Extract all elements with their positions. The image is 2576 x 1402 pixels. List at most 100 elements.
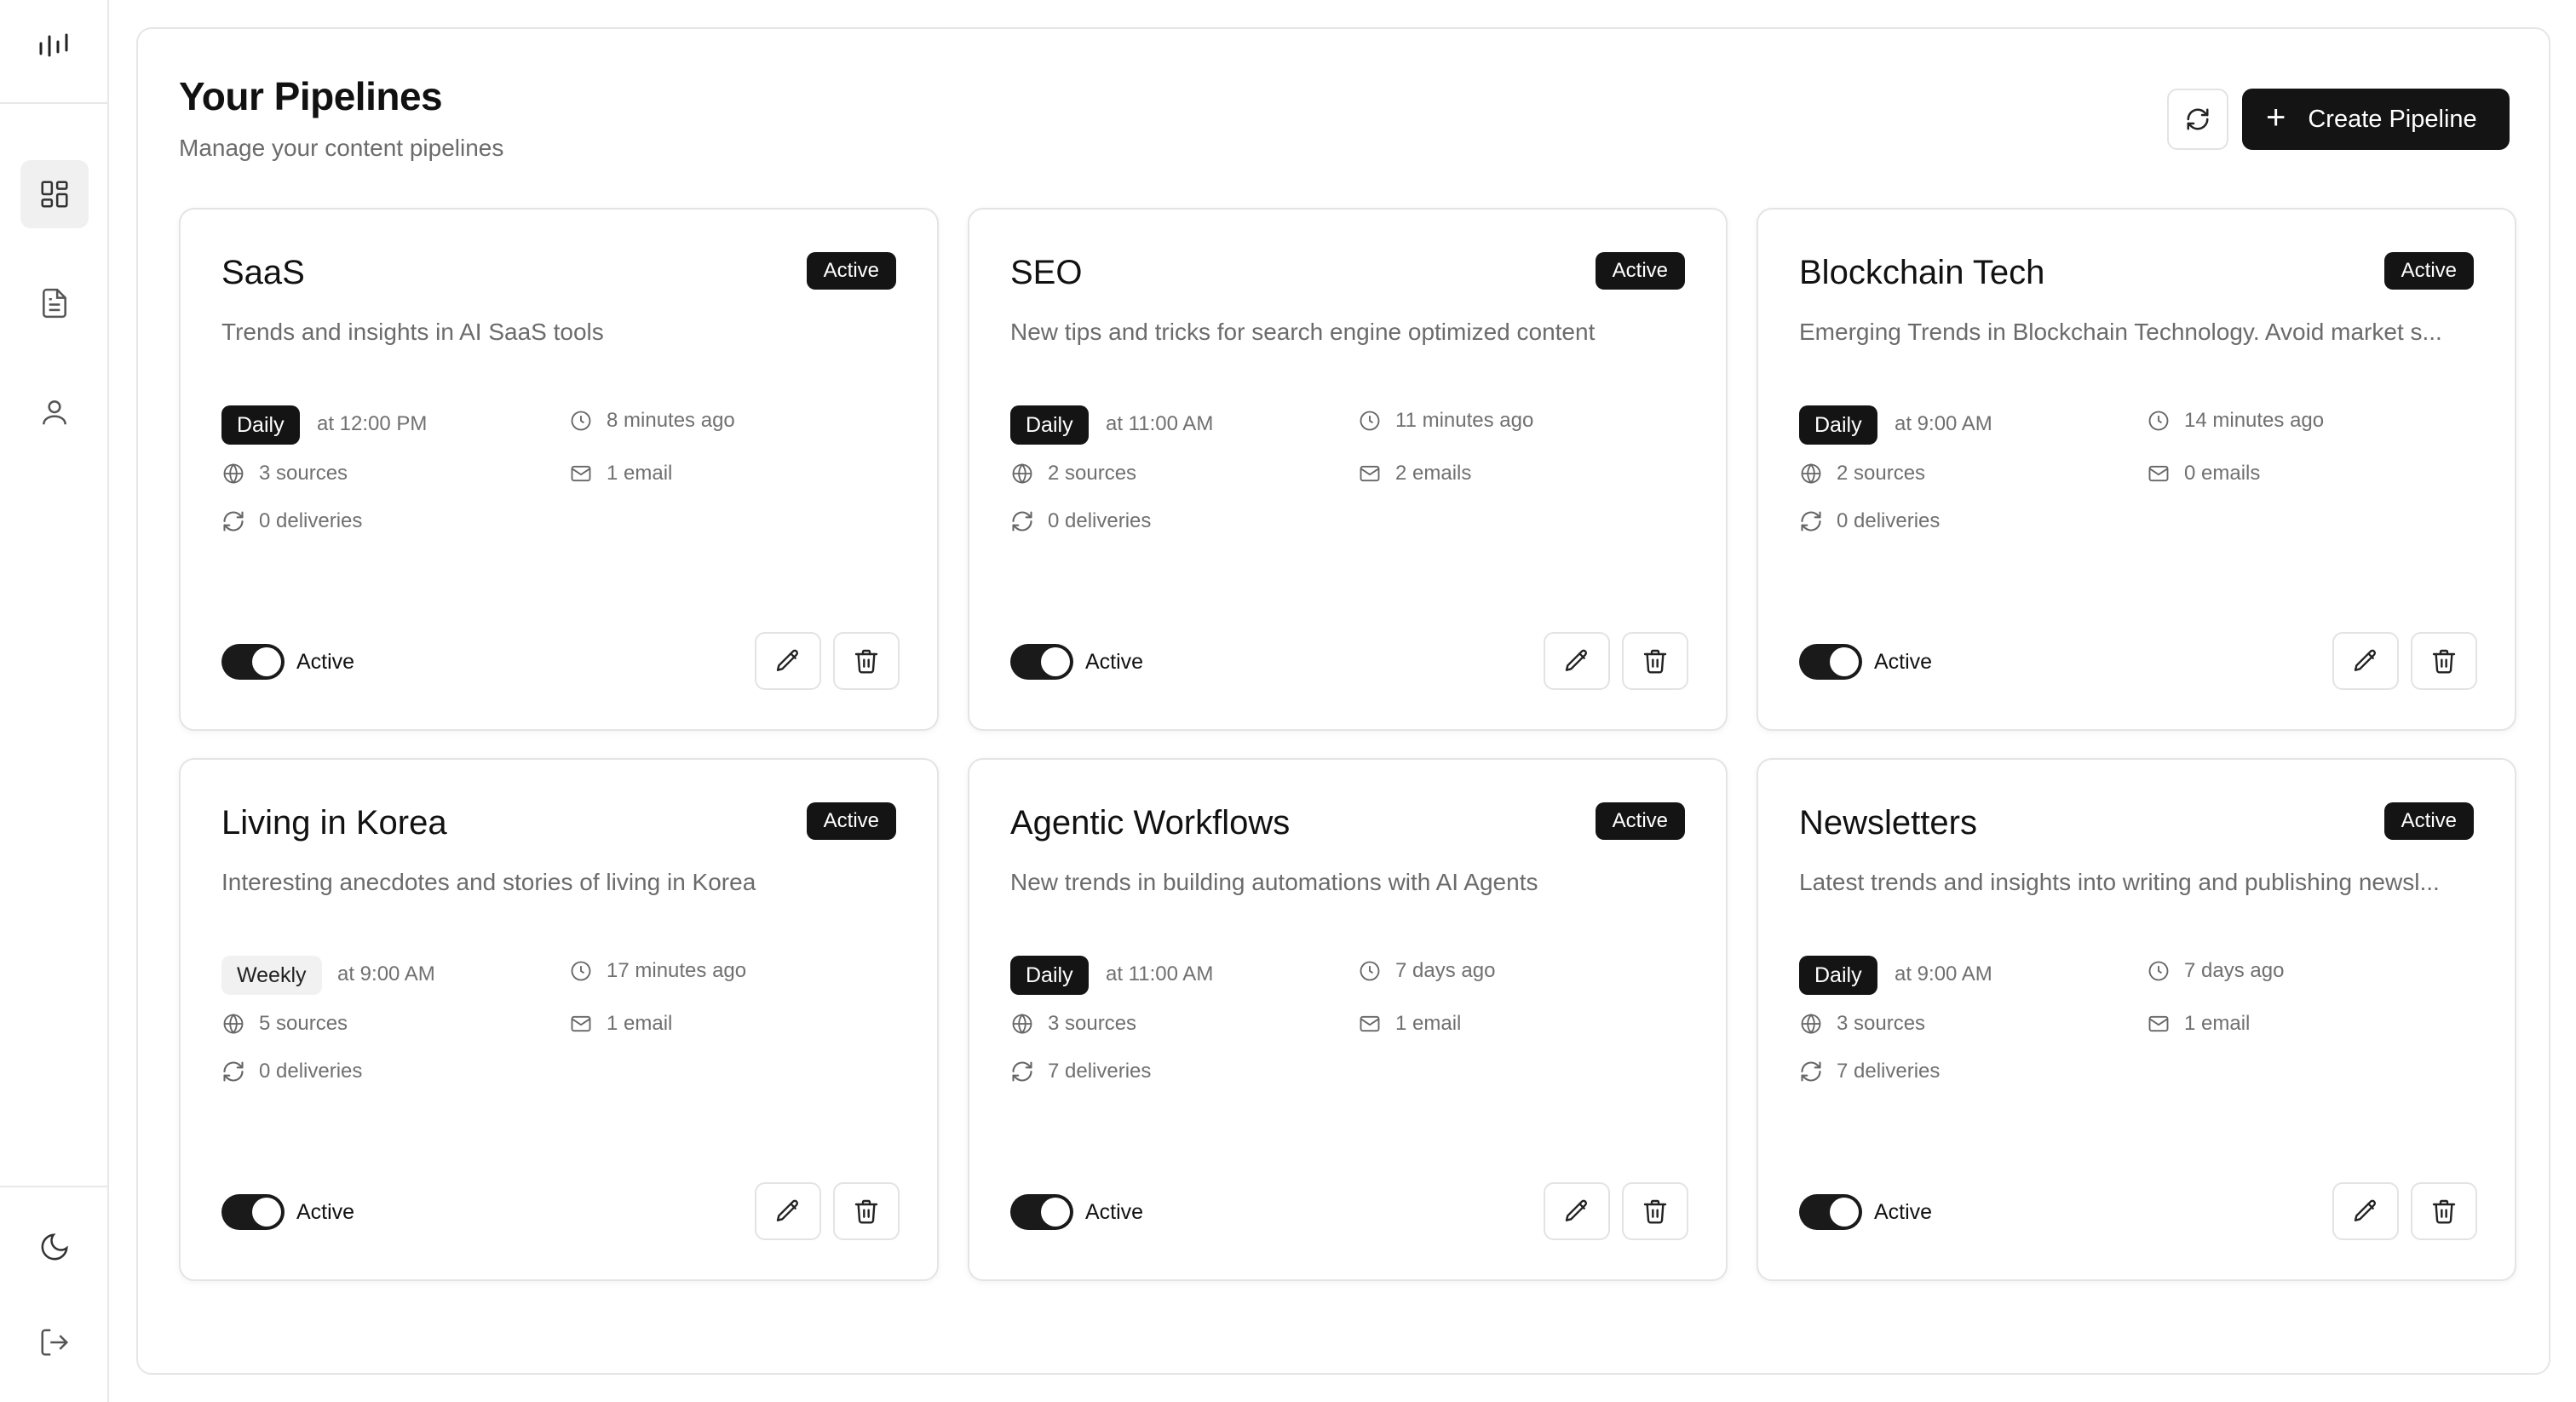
- delete-button[interactable]: [1622, 1182, 1688, 1240]
- user-icon: [43, 400, 66, 425]
- deliveries-count: 7 deliveries: [1048, 1060, 1152, 1083]
- delete-button[interactable]: [2411, 1182, 2477, 1240]
- emails-count: 1 email: [607, 462, 673, 485]
- pencil-icon: [1565, 649, 1588, 671]
- active-toggle[interactable]: [1799, 1194, 1862, 1230]
- sidebar-item-documents[interactable]: [20, 269, 89, 337]
- schedule-time: at 11:00 AM: [1106, 412, 1214, 435]
- main-panel: Your Pipelines Manage your content pipel…: [136, 27, 2550, 1375]
- refresh-icon: [2187, 108, 2209, 130]
- mail-icon: [2148, 465, 2169, 482]
- clock-icon: [571, 411, 591, 431]
- emails-meta: 1 email: [1358, 1012, 1461, 1036]
- clock-icon: [2148, 411, 2169, 431]
- active-toggle[interactable]: [1799, 644, 1862, 680]
- refresh-button[interactable]: [2167, 89, 2228, 150]
- pipeline-card-agentic-workflows: Agentic Workflows Active New trends in b…: [968, 758, 1728, 1281]
- sources-count: 3 sources: [259, 462, 348, 485]
- delete-button[interactable]: [1622, 632, 1688, 690]
- logout-icon: [41, 1329, 69, 1356]
- emails-count: 0 emails: [2184, 462, 2261, 485]
- sidebar-divider: [0, 102, 109, 104]
- emails-meta: 2 emails: [1358, 462, 1471, 486]
- sidebar-item-dashboard[interactable]: [20, 160, 89, 228]
- frequency-badge: Daily: [221, 405, 300, 445]
- mail-icon: [571, 1015, 591, 1032]
- pipeline-card-newsletters: Newsletters Active Latest trends and ins…: [1757, 758, 2516, 1281]
- schedule-time: at 9:00 AM: [1895, 962, 1992, 985]
- active-toggle[interactable]: [1010, 644, 1073, 680]
- emails-meta: 1 email: [2147, 1012, 2250, 1036]
- edit-button[interactable]: [1544, 632, 1610, 690]
- active-toggle[interactable]: [1010, 1194, 1073, 1230]
- sources-count: 3 sources: [1048, 1012, 1137, 1035]
- delete-button[interactable]: [833, 632, 900, 690]
- last-updated: 7 days ago: [1395, 959, 1496, 982]
- globe-icon: [1012, 1014, 1032, 1034]
- sidebar-item-profile[interactable]: [20, 378, 89, 446]
- last-updated: 11 minutes ago: [1395, 409, 1534, 432]
- frequency-badge: Daily: [1010, 956, 1089, 995]
- pipeline-name: Blockchain Tech: [1799, 254, 2045, 291]
- status-badge: Active: [1595, 802, 1685, 840]
- emails-meta: 0 emails: [2147, 462, 2260, 486]
- edit-button[interactable]: [2332, 632, 2399, 690]
- active-toggle[interactable]: [221, 644, 285, 680]
- create-pipeline-label: Create Pipeline: [2308, 105, 2477, 133]
- sources-count: 2 sources: [1837, 462, 1926, 485]
- active-toggle[interactable]: [221, 1194, 285, 1230]
- updated-meta: 7 days ago: [1358, 959, 1495, 983]
- last-updated: 17 minutes ago: [607, 959, 747, 982]
- toggle-knob: [1041, 647, 1070, 676]
- document-icon: [43, 288, 66, 319]
- edit-button[interactable]: [2332, 1182, 2399, 1240]
- logout-button[interactable]: [20, 1308, 89, 1376]
- frequency-badge: Daily: [1799, 405, 1877, 445]
- emails-count: 1 email: [1395, 1012, 1462, 1035]
- toggle-label: Active: [296, 650, 355, 674]
- pipeline-card-seo: SEO Active New tips and tricks for searc…: [968, 208, 1728, 731]
- deliveries-count: 7 deliveries: [1837, 1060, 1941, 1083]
- deliveries-count: 0 deliveries: [1048, 509, 1152, 532]
- schedule-time: at 9:00 AM: [337, 962, 435, 985]
- pipeline-description: New trends in building automations with …: [1010, 869, 1538, 895]
- moon-icon: [41, 1233, 68, 1261]
- pipeline-name: Newsletters: [1799, 804, 1977, 842]
- edit-button[interactable]: [755, 1182, 821, 1240]
- refresh-icon: [1801, 511, 1821, 531]
- sources-meta: 3 sources: [221, 462, 348, 486]
- edit-button[interactable]: [755, 632, 821, 690]
- frequency-badge: Weekly: [221, 956, 322, 995]
- clock-icon: [1360, 411, 1380, 431]
- globe-icon: [1801, 463, 1821, 484]
- sources-meta: 5 sources: [221, 1012, 348, 1036]
- page-subtitle: Manage your content pipelines: [179, 135, 504, 161]
- theme-toggle-button[interactable]: [20, 1213, 89, 1281]
- delete-button[interactable]: [833, 1182, 900, 1240]
- pipeline-description: New tips and tricks for search engine op…: [1010, 319, 1596, 345]
- pipeline-name: Living in Korea: [221, 804, 447, 842]
- trash-icon: [854, 649, 878, 674]
- globe-icon: [1801, 1014, 1821, 1034]
- refresh-icon: [223, 511, 244, 531]
- trash-icon: [854, 1199, 878, 1224]
- waveform-logo-icon[interactable]: [32, 29, 77, 63]
- page-title: Your Pipelines: [179, 74, 443, 118]
- frequency-badge: Daily: [1799, 956, 1877, 995]
- globe-icon: [223, 463, 244, 484]
- deliveries-meta: 0 deliveries: [1799, 509, 1940, 533]
- sources-meta: 2 sources: [1010, 462, 1136, 486]
- refresh-icon: [1012, 1061, 1032, 1082]
- pencil-icon: [776, 1199, 799, 1221]
- emails-count: 1 email: [607, 1012, 673, 1035]
- pipeline-card-saas: SaaS Active Trends and insights in AI Sa…: [179, 208, 939, 731]
- sidebar-divider-bottom: [0, 1186, 109, 1187]
- frequency-badge: Daily: [1010, 405, 1089, 445]
- refresh-icon: [1012, 511, 1032, 531]
- deliveries-count: 0 deliveries: [1837, 509, 1941, 532]
- edit-button[interactable]: [1544, 1182, 1610, 1240]
- delete-button[interactable]: [2411, 632, 2477, 690]
- refresh-icon: [223, 1061, 244, 1082]
- create-pipeline-button[interactable]: + Create Pipeline: [2242, 89, 2510, 150]
- updated-meta: 11 minutes ago: [1358, 409, 1533, 433]
